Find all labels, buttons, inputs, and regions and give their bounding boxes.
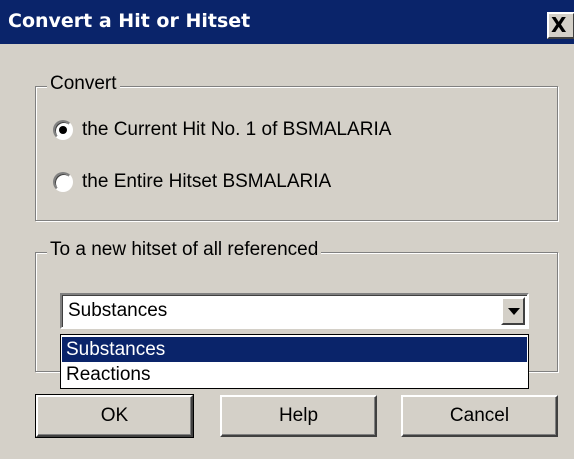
target-group-label: To a new hitset of all referenced <box>47 239 322 261</box>
combo-dropdown-list: Substances Reactions <box>60 334 529 389</box>
referenced-type-combo[interactable]: Substances <box>60 293 529 329</box>
convert-dialog: Convert a Hit or Hitset X Convert the Cu… <box>0 0 574 459</box>
title-bar[interactable]: Convert a Hit or Hitset X <box>0 0 574 44</box>
radio-entire-hitset-label: the Entire Hitset BSMALARIA <box>82 171 332 192</box>
chevron-down-icon <box>508 308 520 315</box>
close-button[interactable]: X <box>547 12 574 39</box>
radio-current-hit-button[interactable] <box>53 120 73 140</box>
dropdown-option-reactions[interactable]: Reactions <box>62 362 527 387</box>
radio-selected-dot <box>59 126 67 134</box>
convert-groupbox <box>35 86 558 221</box>
combo-selected-value: Substances <box>68 300 168 321</box>
close-icon: X <box>551 13 567 37</box>
combo-dropdown-button[interactable] <box>501 297 525 325</box>
ok-button[interactable]: OK <box>35 394 194 438</box>
radio-entire-hitset[interactable]: the Entire Hitset BSMALARIA <box>53 169 331 195</box>
radio-entire-hitset-button[interactable] <box>53 172 73 192</box>
help-button[interactable]: Help <box>220 395 377 437</box>
dropdown-option-substances[interactable]: Substances <box>62 337 527 362</box>
dialog-title: Convert a Hit or Hitset <box>8 10 251 32</box>
convert-group-label: Convert <box>47 73 120 95</box>
cancel-button[interactable]: Cancel <box>401 395 558 437</box>
radio-current-hit-label: the Current Hit No. 1 of BSMALARIA <box>82 119 392 140</box>
radio-current-hit[interactable]: the Current Hit No. 1 of BSMALARIA <box>53 117 391 143</box>
